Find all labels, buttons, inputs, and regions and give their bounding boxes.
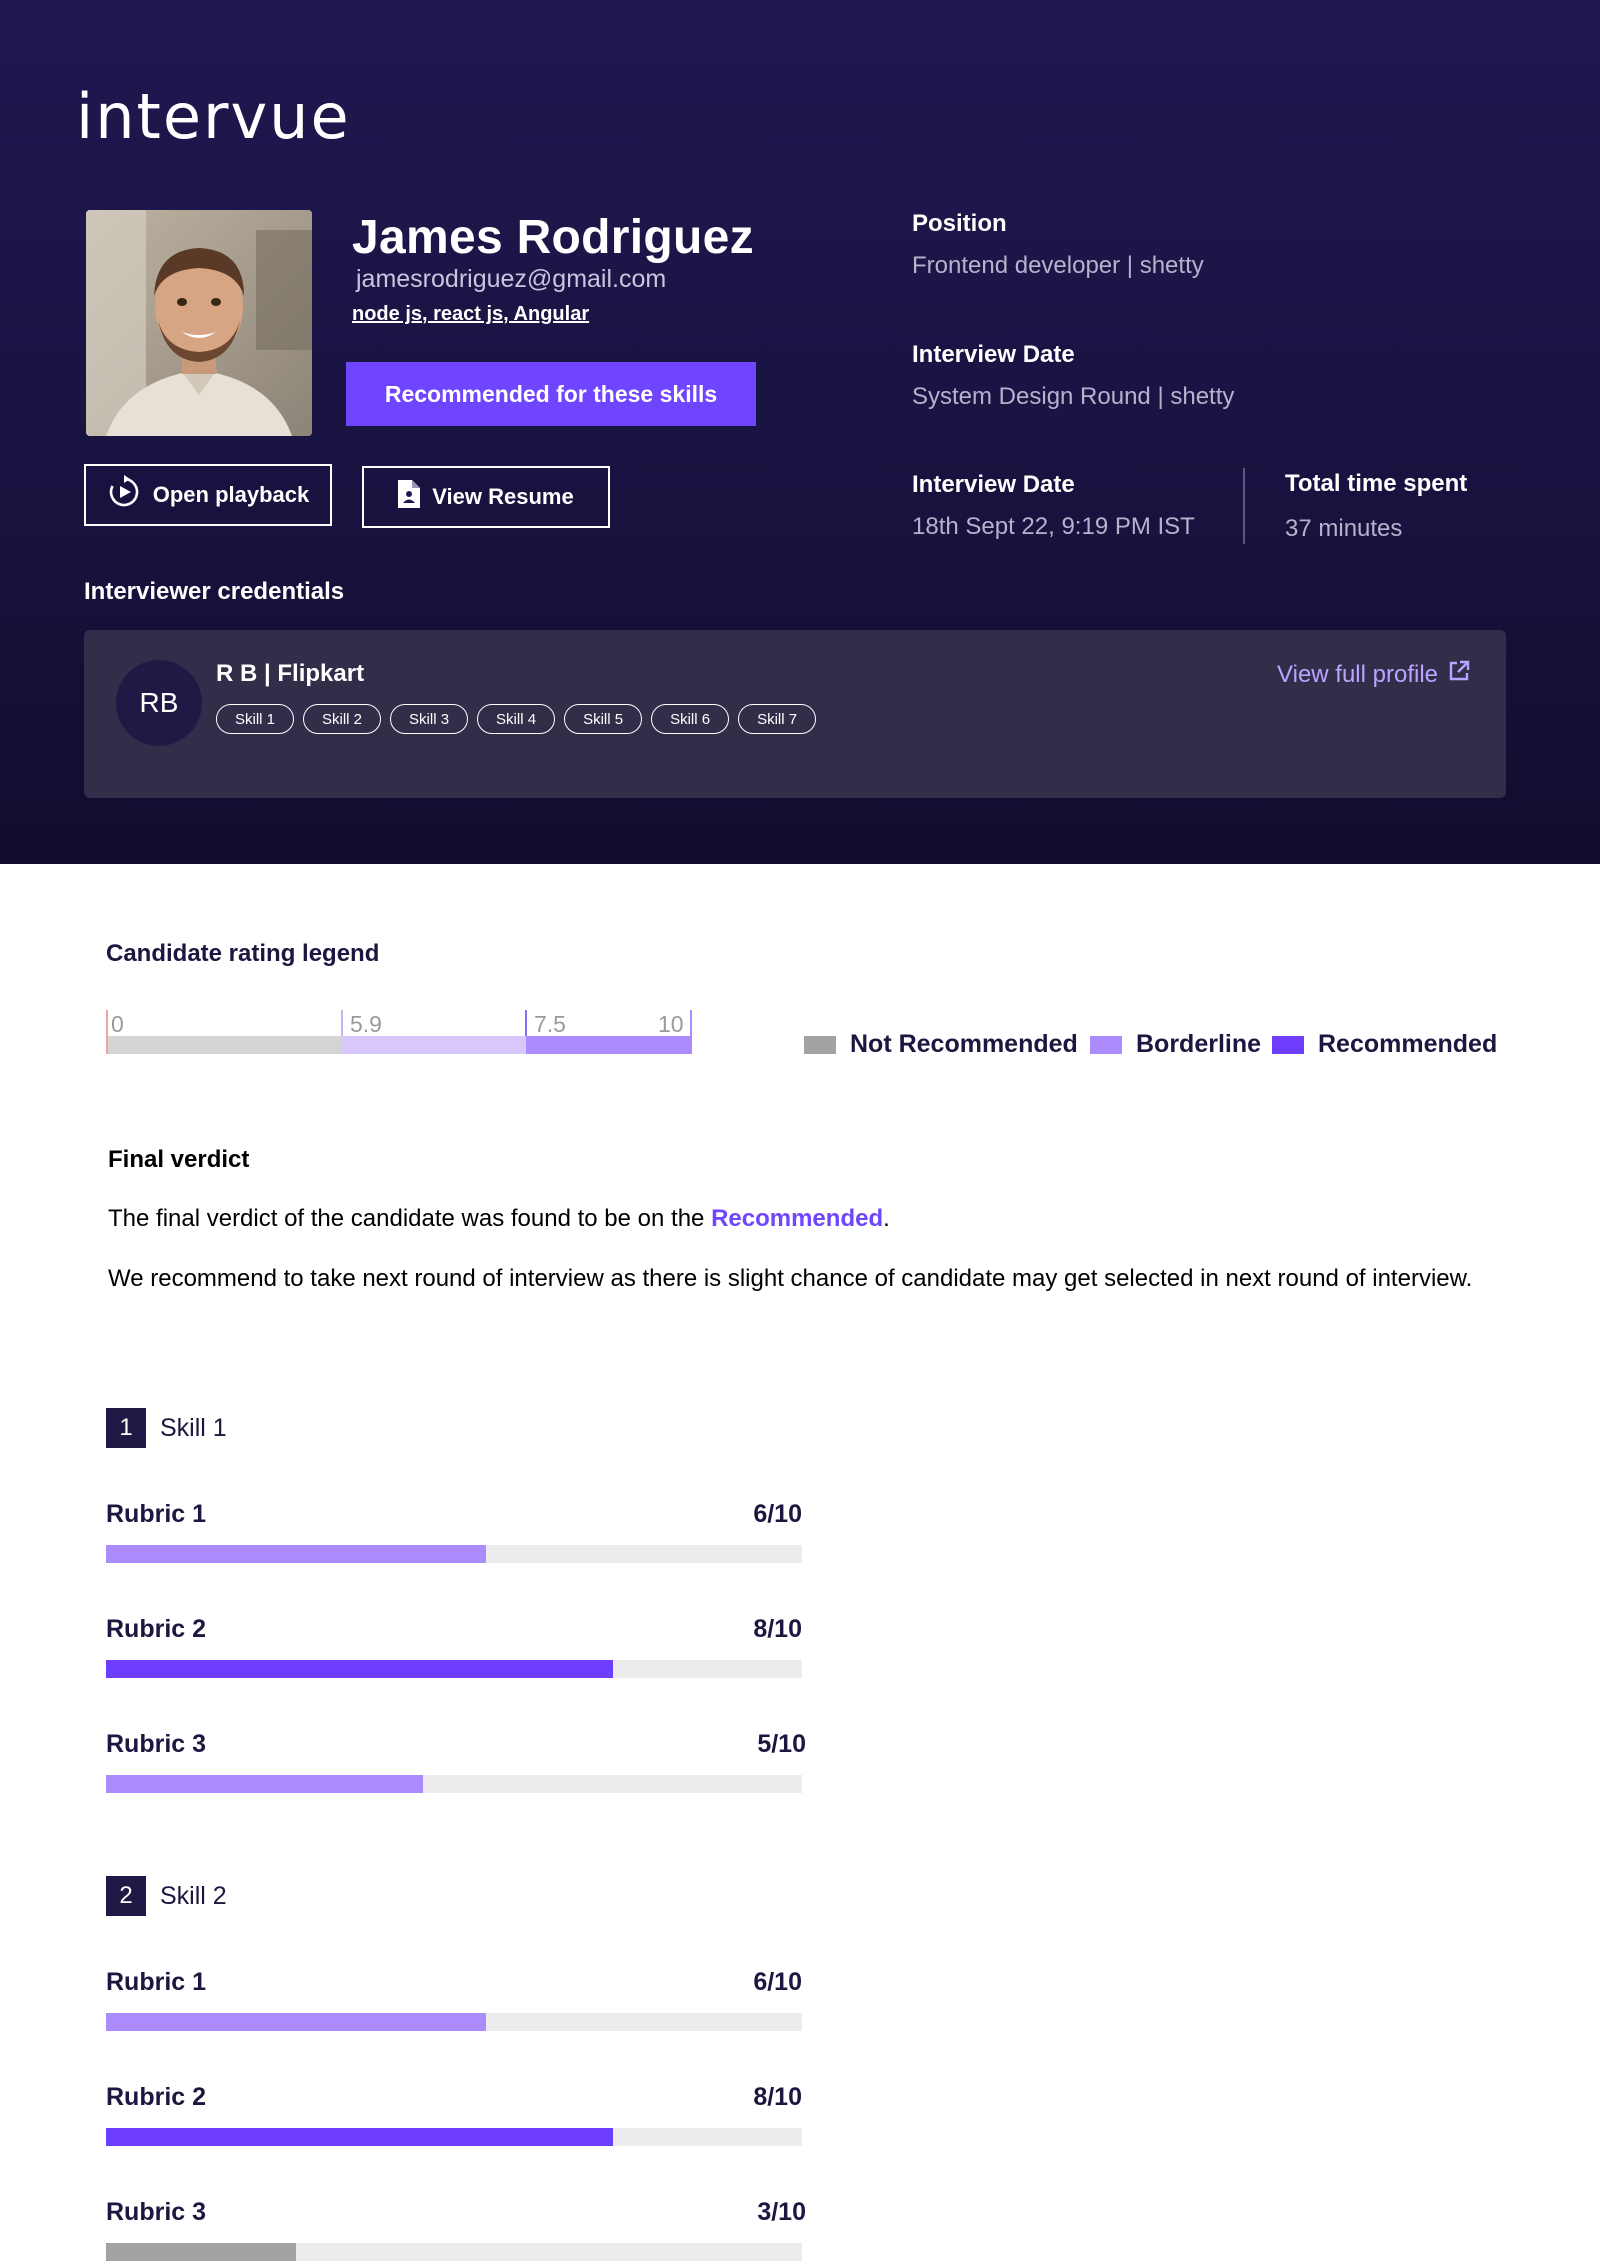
legend-swatch xyxy=(1272,1035,1304,1054)
scale-tick-label: 7.5 xyxy=(534,1011,566,1037)
legend-key-label: Not Recommended xyxy=(850,1030,1078,1058)
rubric-label: Rubric 3 xyxy=(106,2198,207,2226)
rubric-score: 8/10 xyxy=(753,2083,802,2111)
rubric-progress-track xyxy=(106,1660,802,1678)
candidate-skills-link[interactable]: node js, react js, Angular xyxy=(352,303,589,326)
legend-key-not-recommended: Not Recommended xyxy=(804,1030,1078,1059)
legend-swatch xyxy=(804,1035,836,1054)
external-link-icon xyxy=(1448,660,1470,689)
rubric-label: Rubric 3 xyxy=(106,1730,207,1758)
scale-segment-recommended xyxy=(526,1036,692,1054)
report-header: intervue James Rodriguez jamesrodriguez@… xyxy=(0,0,1600,864)
view-resume-label: View Resume xyxy=(432,484,574,509)
intervue-logo: intervue xyxy=(76,86,351,146)
rubric-progress-track xyxy=(106,2243,802,2261)
round-label: Interview Date xyxy=(912,341,1075,368)
rubric-progress-track xyxy=(106,1545,802,1563)
rubric-score: 8/10 xyxy=(753,1615,802,1643)
round-value: System Design Round | shetty xyxy=(912,383,1235,410)
rubric-score: 5/10 xyxy=(757,1730,806,1758)
position-label: Position xyxy=(912,210,1007,237)
candidate-email: jamesrodriguez@gmail.com xyxy=(356,265,667,293)
interview-date-label: Interview Date xyxy=(912,471,1075,498)
rubric-progress-fill xyxy=(106,2243,296,2261)
interview-date-value: 18th Sept 22, 9:19 PM IST xyxy=(912,513,1195,540)
rubric-progress-track xyxy=(106,2013,802,2031)
verdict-summary: The final verdict of the candidate was f… xyxy=(108,1204,1508,1234)
interviewer-skill-chip: Skill 4 xyxy=(477,704,556,734)
legend-key-recommended: Recommended xyxy=(1272,1030,1497,1059)
rubric-progress-fill xyxy=(106,2013,486,2031)
interviewer-skill-chip: Skill 1 xyxy=(216,704,295,734)
position-value: Frontend developer | shetty xyxy=(912,252,1204,279)
rubric-progress-track xyxy=(106,1775,802,1793)
skill-name: Skill 2 xyxy=(160,1882,227,1910)
rubric-label: Rubric 1 xyxy=(106,1968,207,1996)
open-playback-label: Open playback xyxy=(152,482,310,507)
meta-divider xyxy=(1243,468,1245,544)
rubric-score: 6/10 xyxy=(753,1968,802,1996)
time-spent-value: 37 minutes xyxy=(1285,515,1403,542)
replay-icon xyxy=(107,475,141,515)
rating-legend-title: Candidate rating legend xyxy=(106,940,380,967)
verdict-recommendation: We recommend to take next round of inter… xyxy=(108,1265,1473,1292)
scale-segment-not-recommended xyxy=(106,1036,342,1054)
verdict-summary-prefix: The final verdict of the candidate was f… xyxy=(108,1205,712,1232)
svg-text:intervue: intervue xyxy=(76,86,351,146)
skill-number-badge: 2 xyxy=(106,1876,146,1916)
rubric-progress-fill xyxy=(106,1660,613,1678)
scale-tick-label: 5.9 xyxy=(350,1011,382,1037)
legend-key-label: Borderline xyxy=(1136,1030,1262,1058)
view-full-profile-link[interactable]: View full profile xyxy=(1277,660,1470,689)
legend-key-label: Recommended xyxy=(1318,1030,1498,1058)
interviewer-skill-chip: Skill 3 xyxy=(390,704,469,734)
rubric-score: 3/10 xyxy=(757,2198,806,2226)
scale-segment-borderline xyxy=(342,1036,532,1054)
skill-number-badge: 1 xyxy=(106,1408,146,1448)
interviewer-avatar: RB xyxy=(116,660,202,746)
legend-swatch xyxy=(1090,1035,1122,1054)
rubric-label: Rubric 2 xyxy=(106,2083,207,2111)
legend-key-borderline: Borderline xyxy=(1090,1030,1261,1059)
interviewer-skill-list: Skill 1 Skill 2 Skill 3 Skill 4 Skill 5 … xyxy=(216,704,817,734)
verdict-highlight: Recommended xyxy=(711,1205,884,1232)
final-verdict-title: Final verdict xyxy=(108,1146,250,1173)
scale-tick-label: 10 xyxy=(658,1011,684,1037)
recommended-skills-button[interactable]: Recommended for these skills xyxy=(346,362,756,426)
interviewer-skill-chip: Skill 7 xyxy=(738,704,817,734)
scale-tick-label: 0 xyxy=(111,1011,124,1037)
rubric-progress-track xyxy=(106,2128,802,2146)
rubric-progress-fill xyxy=(106,1775,423,1793)
open-playback-button[interactable]: Open playback xyxy=(84,464,332,526)
interviewer-skill-chip: Skill 6 xyxy=(651,704,730,734)
rubric-label: Rubric 2 xyxy=(106,1615,207,1643)
rubric-progress-fill xyxy=(106,1545,486,1563)
view-resume-button[interactable]: View Resume xyxy=(362,466,610,528)
rating-scale: 0 5.9 7.5 10 xyxy=(106,1010,692,1054)
candidate-name: James Rodriguez xyxy=(352,211,754,264)
skill-name: Skill 1 xyxy=(160,1414,227,1442)
rubric-score: 6/10 xyxy=(753,1500,802,1528)
rubric-progress-fill xyxy=(106,2128,613,2146)
interviewer-skill-chip: Skill 2 xyxy=(303,704,382,734)
interviewer-skill-chip: Skill 5 xyxy=(564,704,643,734)
candidate-photo xyxy=(86,210,312,436)
time-spent-label: Total time spent xyxy=(1285,470,1468,497)
view-full-profile-label: View full profile xyxy=(1277,660,1438,688)
interviewer-card: RB R B | Flipkart Skill 1 Skill 2 Skill … xyxy=(84,630,1506,798)
document-icon xyxy=(398,480,421,514)
interviewer-credentials-title: Interviewer credentials xyxy=(84,578,345,605)
rubric-label: Rubric 1 xyxy=(106,1500,207,1528)
interviewer-name: R B | Flipkart xyxy=(216,660,365,687)
verdict-summary-suffix: . xyxy=(883,1205,890,1232)
